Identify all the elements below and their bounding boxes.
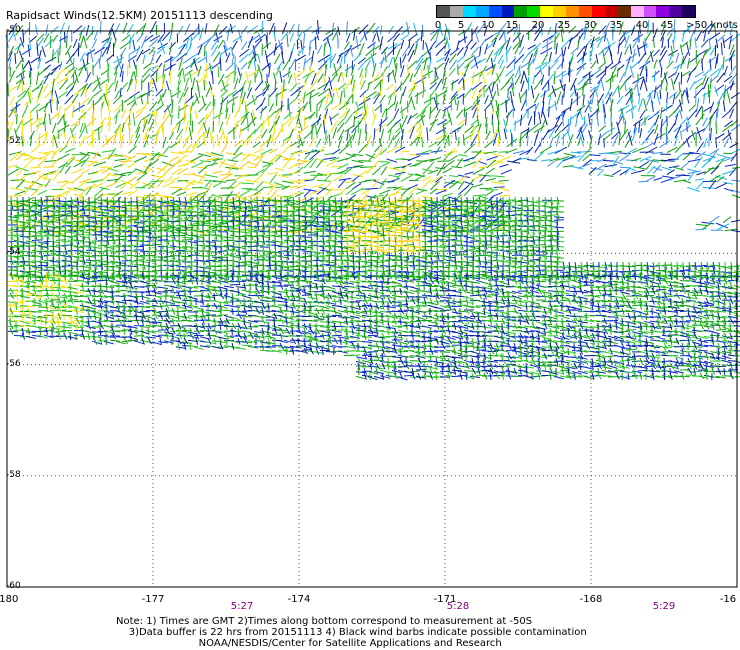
longitude-label: -180	[0, 594, 19, 605]
note-line-1: Note: 1) Times are GMT 2)Times along bot…	[116, 616, 533, 627]
latitude-label: -50	[6, 25, 21, 35]
wind-barbs	[5, 19, 740, 381]
time-label: 5:29	[652, 601, 676, 612]
longitude-label: -174	[287, 594, 311, 605]
latitude-label: -54	[6, 247, 21, 258]
latitude-label: -52	[6, 136, 21, 147]
latitude-label: -56	[6, 358, 21, 369]
latitude-label: -58	[6, 469, 21, 480]
latitude-label: -60	[6, 581, 21, 591]
longitude-label: -16	[719, 594, 737, 605]
note-line-3: NOAA/NESDIS/Center for Satellite Applica…	[198, 638, 502, 649]
wind-map	[5, 19, 740, 588]
longitude-label: -177	[141, 594, 165, 605]
note-line-2: 3)Data buffer is 22 hrs from 20151113 4)…	[128, 627, 587, 638]
footnote: Note: 1) Times are GMT 2)Times along bot…	[116, 616, 587, 649]
time-label: 5:27	[230, 601, 254, 612]
longitude-label: -168	[579, 594, 603, 605]
time-label: 5:28	[446, 601, 470, 612]
